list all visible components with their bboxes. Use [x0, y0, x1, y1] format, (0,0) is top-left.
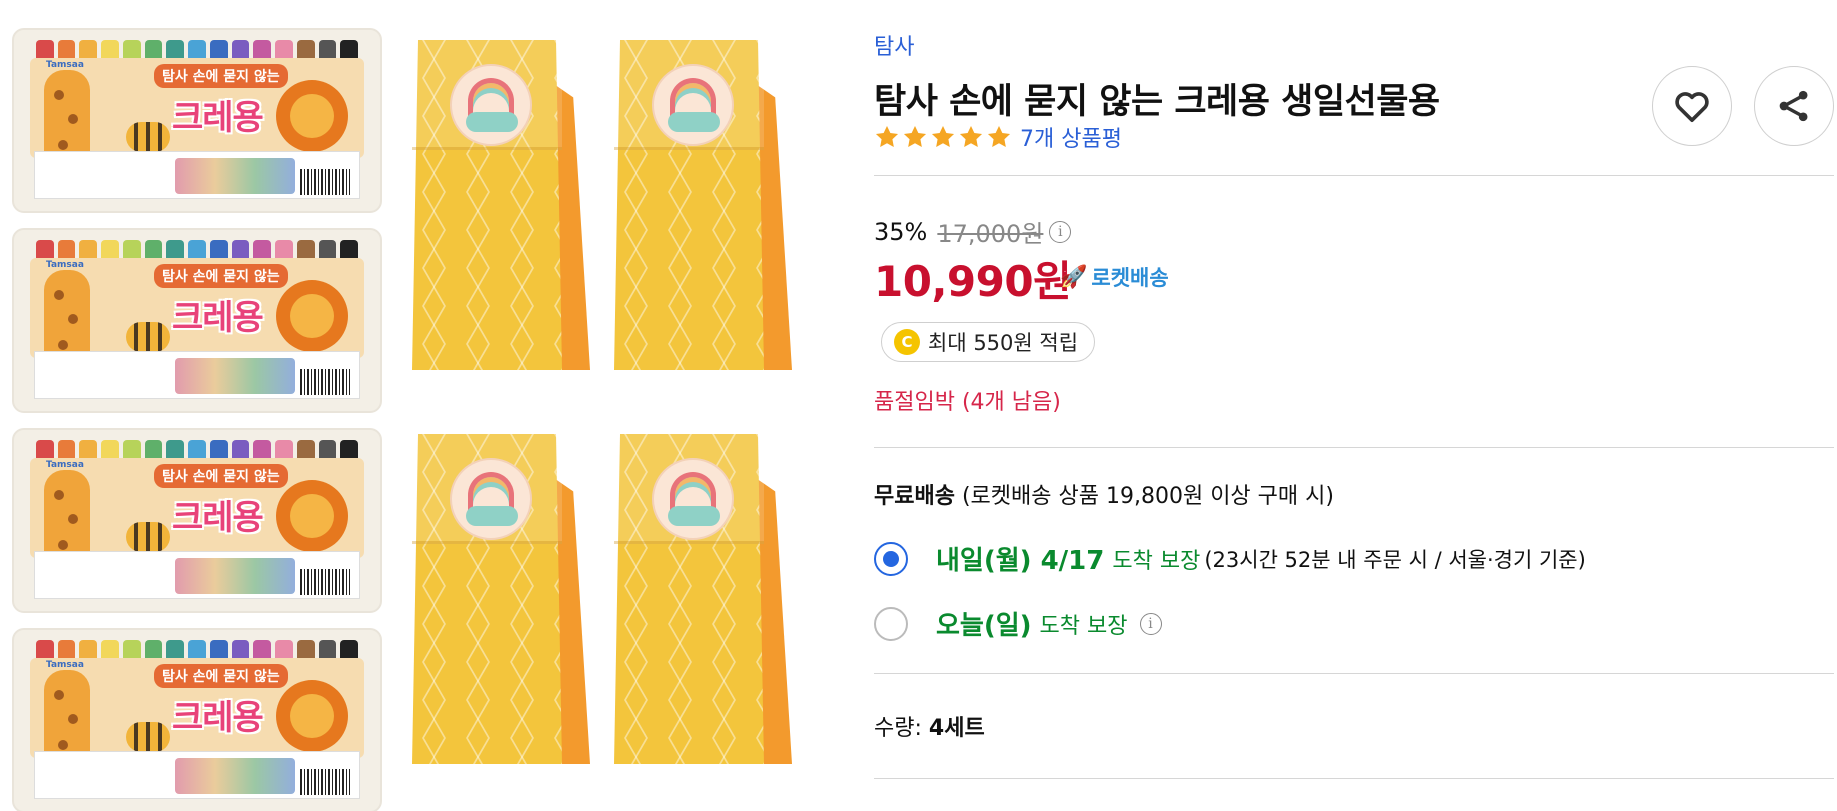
crayon-box-image: Tamsaa 탐사 손에 묻지 않는크레용 [12, 228, 382, 413]
divider [874, 447, 1834, 448]
delivery-guarantee: 도착 보장 [1039, 613, 1128, 639]
divider [874, 778, 1834, 779]
barcode-icon [300, 169, 350, 195]
box-big-title: 크레용 [172, 498, 264, 538]
product-title: 탐사 손에 묻지 않는 크레용 생일선물용 [874, 82, 1440, 122]
product-image-gallery[interactable]: Tamsaa 탐사 손에 묻지 않는 크레용 Tamsaa 탐사 손에 묻지 않는 크레용… [0, 0, 820, 811]
delivery-radio-tomorrow[interactable] [874, 541, 908, 576]
wishlist-button[interactable] [1652, 66, 1732, 146]
delivery-guarantee: 도착 보장 [1112, 548, 1201, 574]
delivery-option-tomorrow[interactable]: 내일(월) 4/17 도착 보장 (23시간 52분 내 주문 시 / 서울·경… [874, 540, 1586, 577]
star-icon [931, 125, 955, 147]
cashback-text: 최대 550원 적립 [928, 331, 1079, 355]
bee-illustration [126, 522, 170, 552]
quantity-value: 4세트 [928, 716, 985, 741]
box-brand: Tamsaa [46, 60, 84, 70]
delivery-option-today[interactable]: 오늘(일) 도착 보장 i [874, 605, 1162, 642]
divider [874, 175, 1834, 176]
brand-link[interactable]: 탐사 [874, 29, 914, 61]
gift-bag-image [412, 40, 590, 370]
rainbow-sticker-icon [450, 64, 532, 146]
lion-illustration [276, 280, 348, 352]
delivery-radio-today[interactable] [874, 606, 908, 641]
coin-icon: C [894, 329, 920, 355]
box-big-title: 크레용 [172, 298, 264, 338]
box-big-title: 크레용 [172, 98, 264, 138]
box-brand: Tamsaa [46, 460, 84, 470]
delivery-note: (23시간 52분 내 주문 시 / 서울·경기 기준) [1204, 547, 1586, 572]
rainbow-sticker-icon [652, 458, 734, 540]
stock-warning: 품절임박 (4개 남음) [874, 390, 1061, 415]
bee-illustration [126, 322, 170, 352]
star-icon [903, 125, 927, 147]
bee-illustration [126, 722, 170, 752]
bee-illustration [126, 122, 170, 152]
rating-stars [874, 124, 1012, 150]
star-icon [987, 125, 1011, 147]
box-small-title: 탐사 손에 묻지 않는 [154, 464, 288, 488]
barcode-icon [300, 569, 350, 595]
crayon-box-image: Tamsaa 탐사 손에 묻지 않는크레용 [12, 628, 382, 811]
box-brand: Tamsaa [46, 660, 84, 670]
discount-rate: 35% [874, 217, 928, 246]
barcode-icon [300, 769, 350, 795]
delivery-day: 내일(월) 4/17 [936, 546, 1105, 576]
discount-row: 35% 17,000원 i [874, 214, 1072, 249]
free-shipping-row: 무료배송 (로켓배송 상품 19,800원 이상 구매 시) [874, 478, 1334, 510]
rocket-icon: 🚀 [1060, 264, 1088, 290]
box-small-title: 탐사 손에 묻지 않는 [154, 64, 288, 88]
rainbow-sticker-icon [652, 64, 734, 146]
rocket-label: 로켓배송 [1091, 266, 1169, 290]
rocket-delivery-badge: 🚀 로켓배송 [1060, 262, 1169, 292]
divider [874, 673, 1834, 674]
gift-bag-image [412, 434, 590, 764]
star-icon [959, 125, 983, 147]
lion-illustration [276, 480, 348, 552]
barcode-icon [300, 369, 350, 395]
share-icon [1779, 90, 1808, 122]
free-shipping-label: 무료배송 [874, 484, 955, 509]
review-count-link[interactable]: 7개 상품평 [1020, 121, 1122, 153]
heart-icon [1675, 92, 1709, 122]
box-brand: Tamsaa [46, 260, 84, 270]
crayon-box-image: Tamsaa 탐사 손에 묻지 않는크레용 [12, 428, 382, 613]
lion-illustration [276, 680, 348, 752]
rainbow-sticker-icon [450, 458, 532, 540]
box-small-title: 탐사 손에 묻지 않는 [154, 264, 288, 288]
gift-bag-image [614, 40, 792, 370]
sale-price: 10,990원 [874, 257, 1072, 306]
info-icon[interactable]: i [1049, 220, 1072, 243]
quantity-row: 수량: 4세트 [874, 710, 985, 742]
original-price: 17,000원 [937, 220, 1044, 248]
delivery-day: 오늘(일) [936, 611, 1032, 641]
crayon-box-image: Tamsaa 탐사 손에 묻지 않는크레용 [12, 28, 382, 213]
share-button[interactable] [1754, 66, 1834, 146]
lion-illustration [276, 80, 348, 152]
star-icon [875, 125, 899, 147]
info-icon[interactable]: i [1139, 612, 1162, 635]
cashback-badge: C 최대 550원 적립 [881, 322, 1096, 362]
quantity-label: 수량: [874, 716, 922, 741]
product-info-panel: 탐사 탐사 손에 묻지 않는 크레용 생일선물용 7개 상품평 35% 17,0… [874, 0, 1837, 811]
rating-row: 7개 상품평 [874, 121, 1122, 153]
box-big-title: 크레용 [172, 698, 264, 738]
box-small-title: 탐사 손에 묻지 않는 [154, 664, 288, 688]
free-shipping-condition: (로켓배송 상품 19,800원 이상 구매 시) [961, 484, 1334, 509]
gift-bag-image [614, 434, 792, 764]
